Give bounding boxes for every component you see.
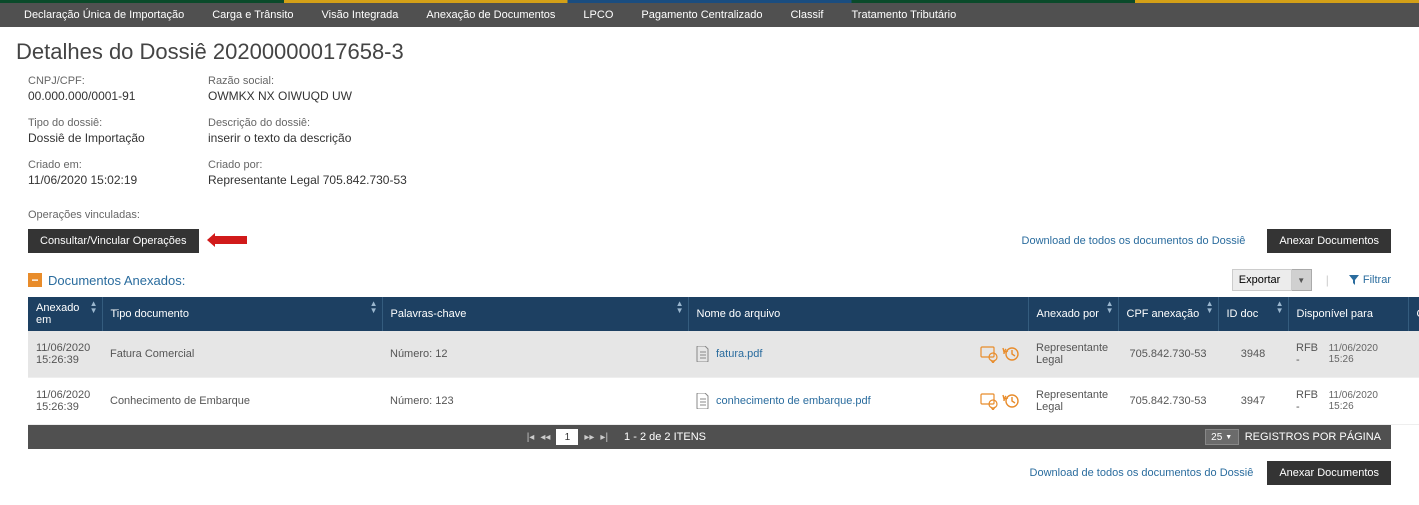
action-row-top: Consultar/Vincular Operações Download de…	[0, 229, 1419, 265]
razao-label: Razão social:	[208, 75, 448, 87]
cell-disponivel: RFB -11/06/2020 15:26	[1288, 378, 1408, 425]
th-arquivo[interactable]: Nome do arquivo	[688, 297, 1028, 331]
cell-palavras: Número: 12	[382, 331, 688, 378]
page-first-button[interactable]: |◂	[527, 432, 535, 443]
history-icon[interactable]	[1002, 392, 1020, 410]
main-nav: Declaração Única de Importação Carga e T…	[0, 3, 1419, 27]
cell-disponivel: RFB -11/06/2020 15:26	[1288, 331, 1408, 378]
per-page-select[interactable]: 25▼	[1205, 429, 1239, 445]
th-cpf[interactable]: CPF anexação▲▼	[1118, 297, 1218, 331]
chevron-down-icon: ▼	[1297, 276, 1305, 285]
cell-tipo: Conhecimento de Embarque	[102, 378, 382, 425]
criado-por-value: Representante Legal 705.842.730-53	[208, 173, 448, 187]
nav-item-visao[interactable]: Visão Integrada	[308, 3, 413, 27]
tipo-label: Tipo do dossiê:	[28, 117, 168, 129]
nav-item-duimp[interactable]: Declaração Única de Importação	[10, 3, 198, 27]
download-all-link-top[interactable]: Download de todos os documentos do Dossi…	[1022, 235, 1246, 247]
cell-id: 3947	[1218, 378, 1288, 425]
documents-table: Anexado em▲▼ Tipo documento▲▼ Palavras-c…	[28, 297, 1419, 425]
sort-icon: ▲▼	[1276, 300, 1284, 314]
details-panel: CNPJ/CPF: 00.000.000/0001-91 Razão socia…	[0, 75, 1419, 209]
page-last-button[interactable]: ▸|	[600, 432, 608, 443]
table-row: 11/06/2020 15:26:39Conhecimento de Embar…	[28, 378, 1419, 425]
funnel-icon	[1349, 275, 1359, 285]
cell-id: 3948	[1218, 331, 1288, 378]
nav-item-carga[interactable]: Carga e Trânsito	[198, 3, 307, 27]
cell-cpf: 705.842.730-53	[1118, 331, 1218, 378]
collapse-toggle-button[interactable]: −	[28, 273, 42, 287]
nav-item-lpco[interactable]: LPCO	[569, 3, 627, 27]
filter-label: Filtrar	[1363, 274, 1391, 286]
cnpj-label: CNPJ/CPF:	[28, 75, 168, 87]
nav-item-tributario[interactable]: Tratamento Tributário	[837, 3, 970, 27]
export-dropdown-button[interactable]: ▼	[1292, 269, 1312, 291]
nav-item-classif[interactable]: Classif	[776, 3, 837, 27]
table-footer-bar: |◂ ◂◂ 1 ▸▸ ▸| 1 - 2 de 2 ITENS 25▼ REGIS…	[28, 425, 1391, 449]
export-input[interactable]	[1232, 269, 1292, 291]
sort-icon: ▲▼	[1206, 300, 1214, 314]
nav-item-anexacao[interactable]: Anexação de Documentos	[412, 3, 569, 27]
th-id[interactable]: ID doc▲▼	[1218, 297, 1288, 331]
sort-icon: ▲▼	[90, 300, 98, 314]
razao-value: OWMKX NX OIWUQD UW	[208, 89, 448, 103]
page-range: 1 - 2 de 2 ITENS	[624, 431, 706, 443]
page-number[interactable]: 1	[556, 429, 578, 445]
th-palavras[interactable]: Palavras-chave▲▼	[382, 297, 688, 331]
divider: |	[1326, 273, 1329, 287]
criado-em-label: Criado em:	[28, 159, 168, 171]
cell-anexado-por: Representante Legal	[1028, 331, 1118, 378]
filter-link[interactable]: Filtrar	[1349, 274, 1391, 286]
criado-por-label: Criado por:	[208, 159, 448, 171]
cell-orgao: +	[1408, 378, 1419, 425]
chevron-down-icon: ▼	[1225, 434, 1232, 441]
cnpj-value: 00.000.000/0001-91	[28, 89, 168, 103]
download-all-link-bottom[interactable]: Download de todos os documentos do Dossi…	[1030, 467, 1254, 479]
anexar-button-bottom[interactable]: Anexar Documentos	[1267, 461, 1391, 485]
anexar-button-top[interactable]: Anexar Documentos	[1267, 229, 1391, 253]
cell-cpf: 705.842.730-53	[1118, 378, 1218, 425]
file-link[interactable]: fatura.pdf	[716, 348, 762, 360]
th-orgao[interactable]: Órgão	[1408, 297, 1419, 331]
tipo-value: Dossiê de Importação	[28, 131, 168, 145]
criado-em-value: 11/06/2020 15:02:19	[28, 173, 168, 187]
cell-palavras: Número: 123	[382, 378, 688, 425]
th-anexado-por[interactable]: Anexado por▲▼	[1028, 297, 1118, 331]
descricao-label: Descrição do dossiê:	[208, 117, 448, 129]
th-disponivel[interactable]: Disponível para	[1288, 297, 1408, 331]
documents-table-wrap: Anexado em▲▼ Tipo documento▲▼ Palavras-c…	[0, 297, 1419, 425]
section-title: Documentos Anexados:	[48, 273, 185, 288]
nav-item-pagamento[interactable]: Pagamento Centralizado	[627, 3, 776, 27]
page-title: Detalhes do Dossiê 20200000017658-3	[0, 27, 1419, 75]
per-page-label: REGISTROS POR PÁGINA	[1245, 431, 1381, 443]
certificate-icon[interactable]	[980, 392, 998, 410]
section-header: − Documentos Anexados: ▼ | Filtrar	[0, 265, 1419, 297]
cell-anexado-em: 11/06/2020 15:26:39	[28, 378, 102, 425]
minus-icon: −	[31, 276, 38, 284]
th-tipo[interactable]: Tipo documento▲▼	[102, 297, 382, 331]
sort-icon: ▲▼	[370, 300, 378, 314]
sort-icon: ▲▼	[1106, 300, 1114, 314]
table-row: 11/06/2020 15:26:39Fatura ComercialNúmer…	[28, 331, 1419, 378]
sort-icon: ▲▼	[676, 300, 684, 314]
th-anexado-em[interactable]: Anexado em▲▼	[28, 297, 102, 331]
page-next-button[interactable]: ▸▸	[584, 432, 594, 443]
certificate-icon[interactable]	[980, 345, 998, 363]
page-prev-button[interactable]: ◂◂	[540, 432, 550, 443]
cell-orgao: +	[1408, 331, 1419, 378]
cell-anexado-em: 11/06/2020 15:26:39	[28, 331, 102, 378]
cell-arquivo: conhecimento de embarque.pdf	[688, 378, 1028, 425]
annotation-arrow-icon	[207, 232, 251, 250]
consultar-vincular-button[interactable]: Consultar/Vincular Operações	[28, 229, 199, 253]
operacoes-label: Operações vinculadas:	[0, 209, 1419, 229]
cell-anexado-por: Representante Legal	[1028, 378, 1118, 425]
descricao-value: inserir o texto da descrição	[208, 131, 448, 145]
file-link[interactable]: conhecimento de embarque.pdf	[716, 395, 871, 407]
bottom-actions: Download de todos os documentos do Dossi…	[0, 449, 1419, 505]
history-icon[interactable]	[1002, 345, 1020, 363]
cell-arquivo: fatura.pdf	[688, 331, 1028, 378]
document-icon	[696, 346, 710, 362]
cell-tipo: Fatura Comercial	[102, 331, 382, 378]
document-icon	[696, 393, 710, 409]
